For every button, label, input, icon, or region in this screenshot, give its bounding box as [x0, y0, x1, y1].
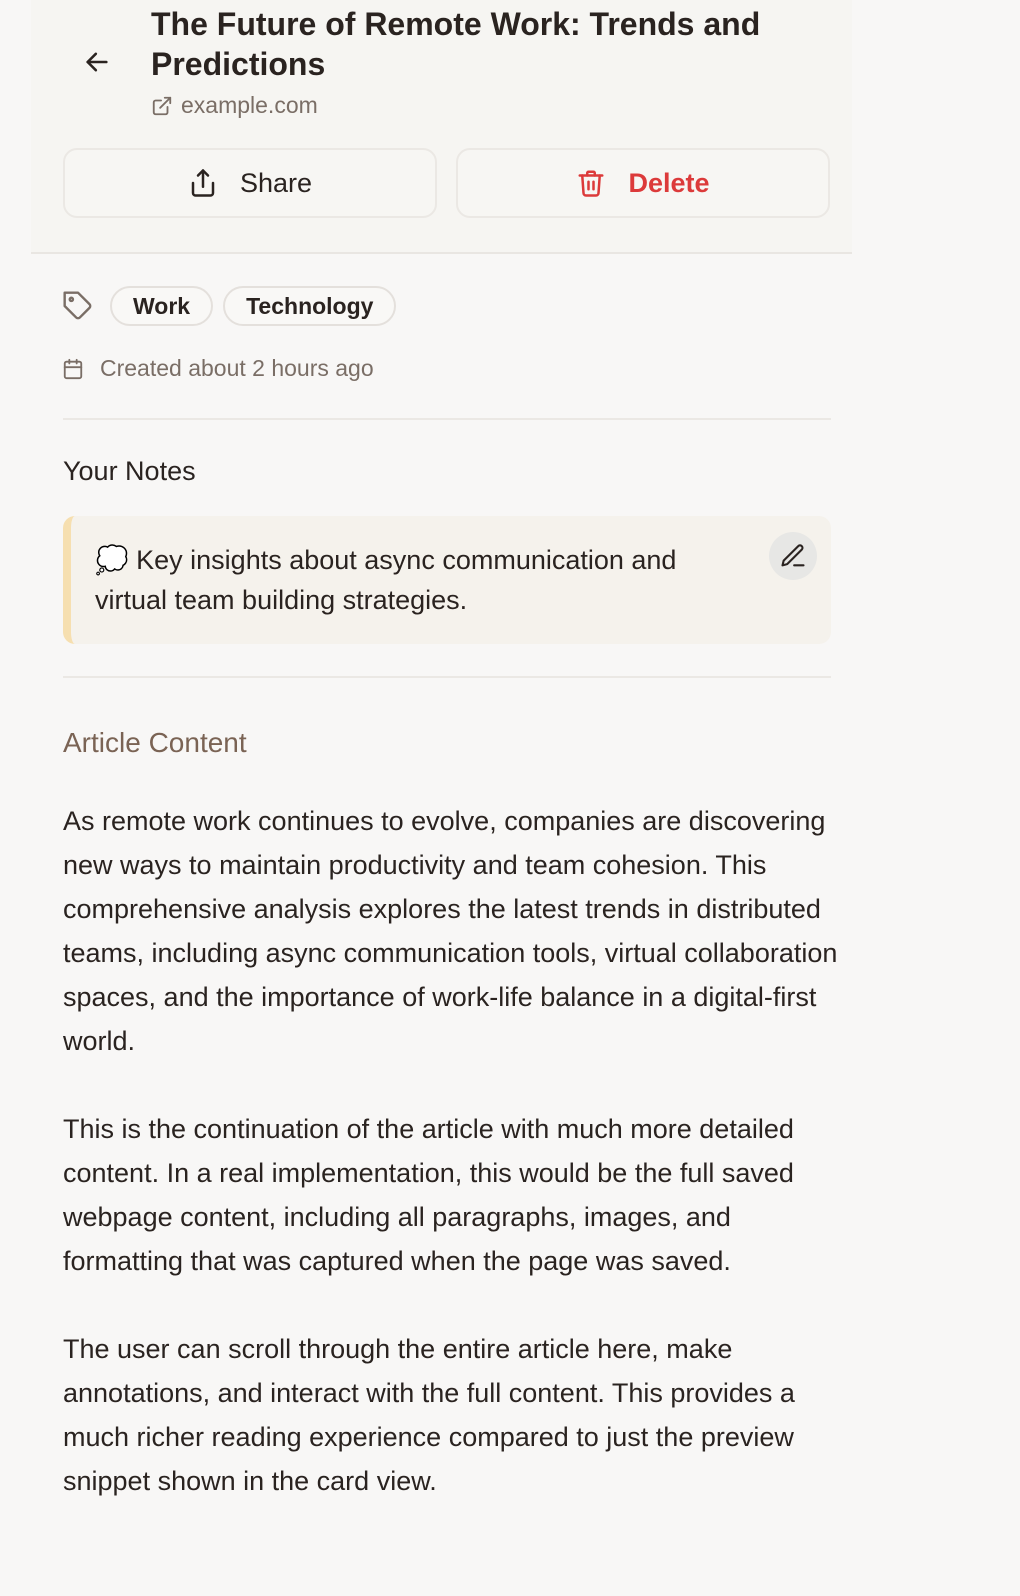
back-button[interactable] — [79, 44, 115, 80]
article-title: The Future of Remote Work: Trends and Pr… — [151, 6, 761, 82]
article-paragraph: This is the continuation of the article … — [63, 1114, 794, 1276]
tag-technology[interactable]: Technology — [223, 286, 397, 326]
pencil-icon — [781, 544, 805, 567]
thought-bubble-icon: 💭 — [95, 545, 129, 575]
share-label: Share — [239, 167, 313, 198]
calendar-icon — [63, 358, 83, 379]
delete-label: Delete — [628, 167, 710, 198]
tag-work[interactable]: Work — [110, 286, 214, 326]
tags-row: Work Technology — [62, 286, 397, 326]
tag-icon — [62, 289, 96, 323]
arrow-left-icon — [86, 52, 108, 72]
notes-heading: Your Notes — [63, 456, 196, 486]
divider — [63, 418, 831, 420]
delete-button[interactable]: Delete — [456, 148, 830, 218]
article-body: As remote work continues to evolve, comp… — [63, 799, 843, 1547]
divider — [63, 676, 831, 678]
notes-box: 💭 Key insights about async communication… — [63, 516, 831, 644]
edit-notes-button[interactable] — [769, 532, 817, 580]
source-domain: example.com — [181, 92, 318, 118]
share-icon — [191, 169, 215, 197]
created-timestamp: Created about 2 hours ago — [100, 355, 374, 381]
source-link[interactable]: example.com — [151, 92, 318, 119]
article-paragraph: The user can scroll through the entire a… — [63, 1334, 795, 1496]
share-button[interactable]: Share — [63, 148, 437, 218]
created-info: Created about 2 hours ago — [62, 355, 374, 382]
article-content-heading: Article Content — [63, 727, 247, 758]
article-header: The Future of Remote Work: Trends and Pr… — [31, 0, 852, 254]
trash-icon — [578, 170, 604, 197]
article-paragraph: As remote work continues to evolve, comp… — [63, 806, 838, 1056]
external-link-icon — [152, 96, 172, 115]
notes-text: Key insights about async communication a… — [95, 545, 677, 615]
